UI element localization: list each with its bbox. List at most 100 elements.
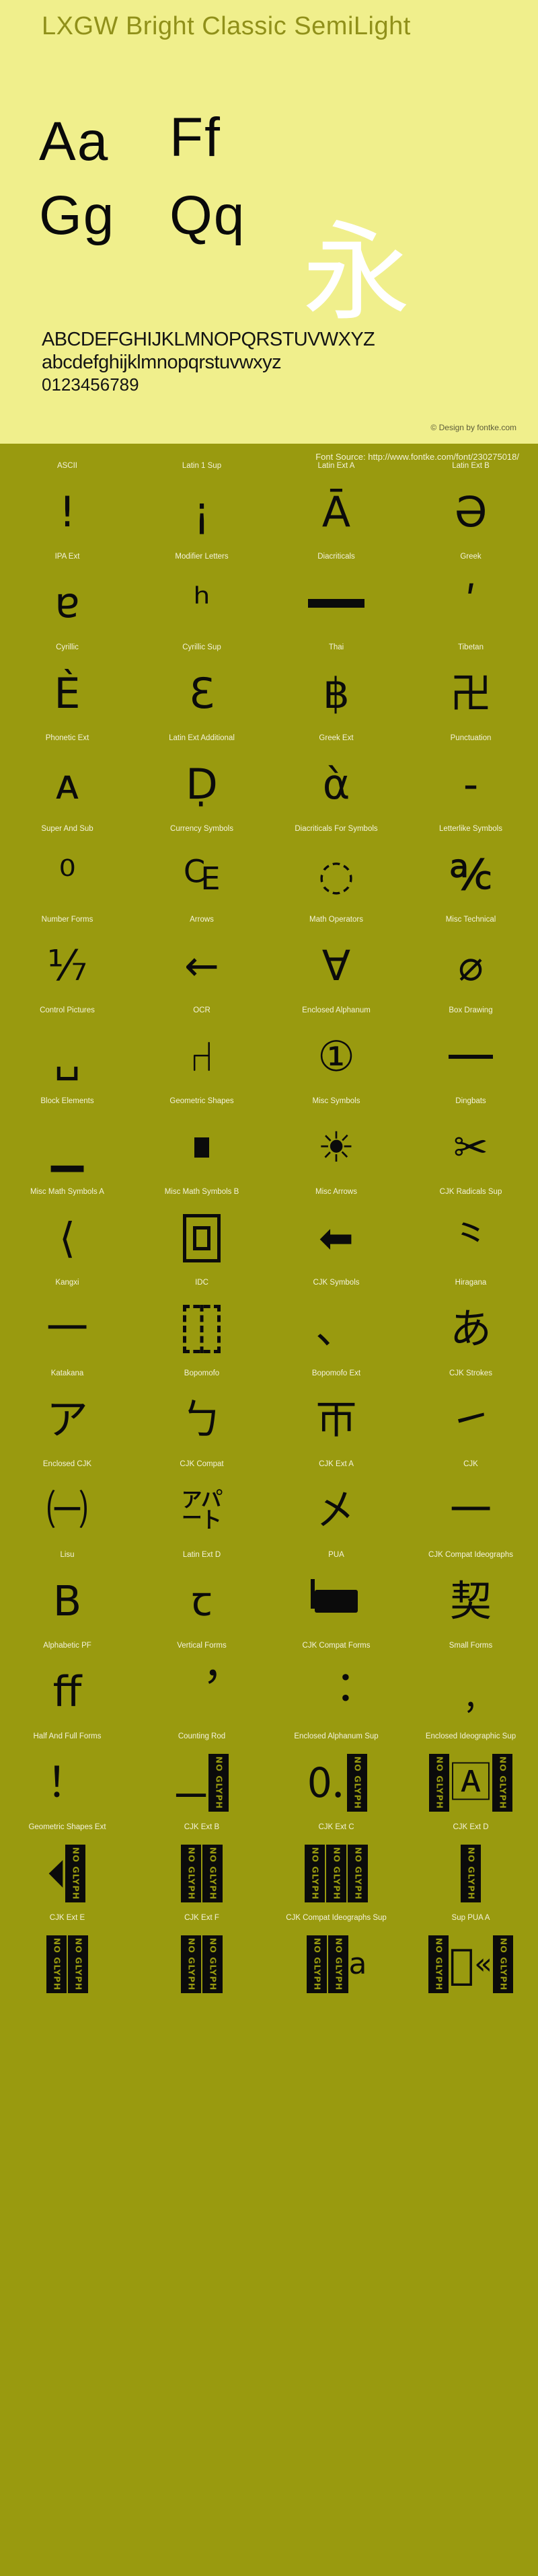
no-glyph-box: NO GLYPH [348, 1845, 368, 1902]
unicode-block-sample: ㄭ [269, 1380, 404, 1459]
no-glyph-box: NO GLYPH [429, 1754, 449, 1812]
unicode-block-label: Phonetic Ext [0, 734, 134, 742]
unicode-block-sample: Ԑ [134, 654, 269, 733]
unicode-block-sample: ㈠ [0, 1471, 134, 1550]
no-glyph-box: NO GLYPH [492, 1754, 512, 1812]
unicode-block-sample: 契 [404, 1562, 538, 1641]
unicode-block-sample: 一 [404, 1471, 538, 1550]
unicode-block-cell: Arrows ← [134, 916, 269, 1006]
unicode-block-cell: Enclosed Ideographic Sup NO GLYPH 🄰 NO GLYP… [404, 1732, 538, 1823]
unicode-block-label: Latin Ext A [269, 462, 404, 470]
unicode-block-cell: CJK Ext B NO GLYPH 𠀀 NO GLYPH [134, 1823, 269, 1914]
unicode-block-label: ASCII [0, 462, 134, 470]
unicode-block-label: CJK Ext A [269, 1460, 404, 1468]
unicode-block-cell: CJK 一 [404, 1460, 538, 1551]
mixed-glyph-row: NO GLYPH NO GLYPH 𪜀 NO GLYPH [269, 1845, 404, 1902]
unicode-block-label: Arrows [134, 916, 269, 924]
unicode-block-cell: CJK Ext D 𫝀 NO GLYPH [404, 1823, 538, 1914]
inner-divider [200, 1305, 204, 1353]
unicode-block-sample: ﬀ [0, 1652, 134, 1732]
unicode-block-label: Punctuation [404, 734, 538, 742]
no-glyph-label: NO GLYPH [353, 1757, 362, 1809]
no-glyph-label: NO GLYPH [499, 1938, 508, 1990]
unicode-block-sample: 🄀 NO GLYPH [269, 1743, 404, 1822]
no-glyph-box: NO GLYPH [461, 1845, 481, 1902]
specimen-header: LXGW Bright Classic SemiLight Aa Ff Gg Q… [0, 0, 538, 444]
unicode-block-label: Cyrillic Sup [134, 643, 269, 651]
unicode-block-cell: Latin Ext BƏ [404, 462, 538, 553]
unicode-block-sample: ㄅ [134, 1380, 269, 1459]
unicode-block-label: Math Operators [269, 916, 404, 924]
alphabet-block: ABCDEFGHIJKLMNOPQRSTUVWXYZ abcdefghijklm… [42, 328, 512, 395]
unicode-block-sample: ⌀ [404, 926, 538, 1006]
unicode-block-cell: Greek ʹ [404, 553, 538, 643]
no-glyph-label: NO GLYPH [434, 1938, 443, 1990]
unicode-block-cell: Diacriticals [269, 553, 404, 643]
box-drawing-line [449, 1055, 493, 1059]
no-glyph-box: NO GLYPH [328, 1935, 348, 1993]
unicode-block-sample [404, 1017, 538, 1096]
font-source-link[interactable]: Font Source: http://www.fontke.com/font/… [0, 444, 538, 462]
unicode-block-sample: ㌀ [134, 1471, 269, 1550]
mixed-glyph-row: 𫝀 NO GLYPH [404, 1845, 538, 1902]
unicode-block-cell [0, 2005, 134, 2095]
unicode-block-label: Small Forms [404, 1642, 538, 1650]
page-title: LXGW Bright Classic SemiLight [42, 12, 411, 41]
unicode-block-cell: IDC [134, 1279, 269, 1369]
unicode-block-label: Kangxi [0, 1279, 134, 1287]
no-glyph-box: NO GLYPH [347, 1754, 367, 1812]
unicode-block-label: CJK Ext E [0, 1914, 134, 1922]
unicode-block-label: Thai [269, 643, 404, 651]
unicode-block-sample: NO GLYPH 🄰 NO GLYPH [404, 1743, 538, 1822]
unicode-block-label: CJK Ext D [404, 1823, 538, 1831]
unicode-block-sample: NO GLYPH 𫠠 NO GLYPH [0, 1925, 134, 2004]
unicode-block-sample [134, 1289, 269, 1369]
no-glyph-box: NO GLYPH [208, 1754, 229, 1812]
unicode-block-label: Currency Symbols [134, 825, 269, 833]
mixed-glyph-row: 🄀 NO GLYPH [269, 1754, 404, 1812]
unicode-block-cell: Control Pictures ␣ [0, 1006, 134, 1097]
unicode-block-label: Cyrillic [0, 643, 134, 651]
no-glyph-box: NO GLYPH [305, 1845, 325, 1902]
unicode-block-cell: Misc Math Symbols B [134, 1188, 269, 1279]
unicode-block-label: CJK Ext B [134, 1823, 269, 1831]
unicode-block-cell: Diacriticals For Symbols ◌ [269, 825, 404, 916]
pua-stem [311, 1579, 315, 1609]
unicode-block-label: Sup PUA A [404, 1914, 538, 1922]
cjk-showcase-glyph: 永 [303, 219, 410, 327]
unicode-block-label: CJK [404, 1460, 538, 1468]
no-glyph-label: NO GLYPH [215, 1757, 223, 1809]
unicode-block-cell: Katakana ア [0, 1369, 134, 1460]
unicode-block-cell: Misc Symbols ☀ [269, 1097, 404, 1188]
unicode-block-cell [269, 2005, 404, 2095]
unicode-block-cell: Phonetic Ext ᴀ [0, 734, 134, 825]
unicode-block-cell: OCR ⑁ [134, 1006, 269, 1097]
mixed-glyph-row: NO GLYPH 🄰 NO GLYPH [404, 1754, 538, 1812]
unicode-block-cell: Hiragana あ [404, 1279, 538, 1369]
no-glyph-box: NO GLYPH [181, 1935, 201, 1993]
unicode-block-label: CJK Strokes [404, 1369, 538, 1377]
unicode-block-cell: CJK Compat Forms ︓ [269, 1642, 404, 1732]
unicode-block-cell: CJK Ext E NO GLYPH 𫠠 NO GLYPH [0, 1914, 134, 2005]
unicode-block-sample: ∀ [269, 926, 404, 1006]
unicode-block-cell: Geometric Shapes Ext 🞀 NO GLYPH [0, 1823, 134, 1914]
alphabet-lowercase: abcdefghijklmnopqrstuvwxyz [42, 351, 512, 374]
unicode-block-cell: PUA [269, 1551, 404, 1642]
unicode-block-label: Block Elements [0, 1097, 134, 1105]
unicode-block-cell: Math Operators ∀ [269, 916, 404, 1006]
unicode-block-sample: NO GLYPH 󰀀 «NO GLYPH [404, 1925, 538, 2004]
unicode-block-sample: 卍 [404, 654, 538, 733]
unicode-block-sample: ⅐ [0, 926, 134, 1006]
unicode-block-label: Lisu [0, 1551, 134, 1559]
unicode-block-cell: Lisu ꓐ [0, 1551, 134, 1642]
unicode-block-sample: ὰ [269, 745, 404, 824]
no-glyph-label: NO GLYPH [52, 1938, 61, 1990]
unicode-block-sample: ！ [0, 1743, 134, 1822]
mixed-glyph-row: NO GLYPH 𫠠 NO GLYPH [0, 1935, 134, 1993]
glyph-sample: 󰀀 [449, 1943, 474, 1985]
unicode-block-sample: ʹ [404, 563, 538, 643]
unicode-block-cell: Misc Technical ⌀ [404, 916, 538, 1006]
unicode-block-sample: 𫝀 NO GLYPH [404, 1834, 538, 1913]
unicode-blocks-section: Font Source: http://www.fontke.com/font/… [0, 444, 538, 2095]
unicode-block-label: CJK Compat Ideographs [404, 1551, 538, 1559]
